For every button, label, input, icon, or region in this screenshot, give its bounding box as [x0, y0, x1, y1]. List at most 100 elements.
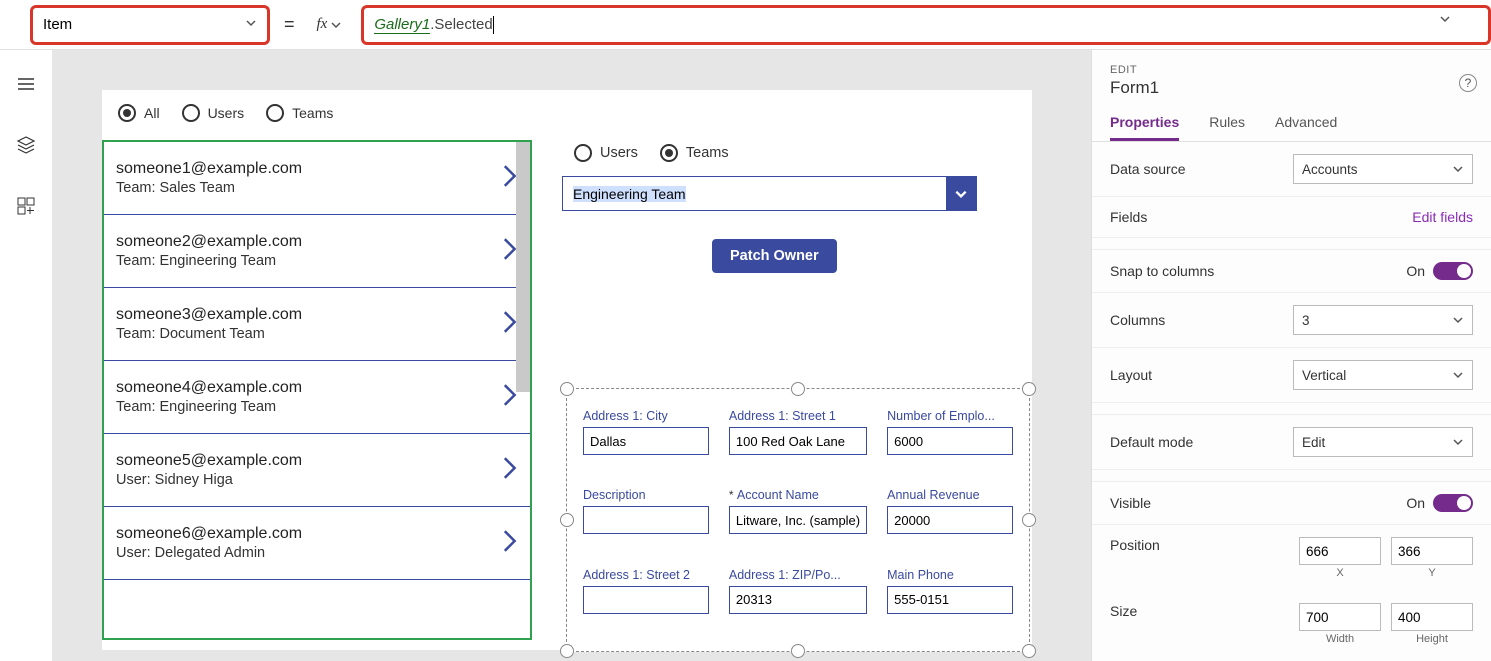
form-field: Description [583, 488, 709, 551]
columns-dropdown[interactable]: 3 [1293, 305, 1473, 335]
properties-panel: EDIT Form1 ? Properties Rules Advanced D… [1091, 50, 1491, 661]
control-name: Form1 [1110, 78, 1473, 98]
size-width-input[interactable] [1299, 603, 1381, 631]
team-dropdown[interactable]: Engineering Team [562, 176, 977, 211]
tab-rules[interactable]: Rules [1209, 114, 1245, 141]
fx-icon: fx [317, 16, 328, 33]
resize-handle[interactable] [1022, 644, 1036, 658]
scrollbar[interactable] [516, 142, 530, 392]
snap-toggle[interactable] [1433, 262, 1473, 280]
left-rail [0, 50, 52, 661]
field-input[interactable]: 100 Red Oak Lane [729, 427, 867, 455]
field-label: Address 1: City [583, 409, 709, 423]
radio-owner-teams[interactable]: Teams [660, 144, 729, 162]
radio-icon [266, 104, 284, 122]
gallery-item[interactable]: someone6@example.com User: Delegated Admi… [104, 507, 530, 580]
resize-handle[interactable] [1022, 382, 1036, 396]
text-caret [493, 16, 494, 34]
field-input[interactable] [583, 586, 709, 614]
gallery-item[interactable]: someone5@example.comUser: Sidney Higa [104, 434, 530, 507]
tab-properties[interactable]: Properties [1110, 114, 1179, 141]
form-border: Address 1: CityDallasAddress 1: Street 1… [566, 388, 1030, 652]
gallery-item-email: someone6@example.com [116, 525, 302, 543]
layout-dropdown[interactable]: Vertical [1293, 360, 1473, 390]
prop-columns-label: Columns [1110, 312, 1165, 328]
chevron-down-icon [946, 177, 976, 210]
field-label: Account Name [729, 488, 867, 502]
field-input[interactable] [583, 506, 709, 534]
help-icon[interactable]: ? [1459, 74, 1477, 92]
form-field: Address 1: ZIP/Po... 20313 [729, 568, 867, 631]
chevron-down-icon [1452, 369, 1464, 381]
prop-size-label: Size [1110, 603, 1137, 619]
owner-type-radios: Users Teams [562, 140, 1027, 176]
chevron-down-icon [1452, 436, 1464, 448]
form-field: Annual Revenue 20000 [887, 488, 1013, 551]
size-height-input[interactable] [1391, 603, 1473, 631]
data-source-dropdown[interactable]: Accounts [1293, 154, 1473, 184]
chevron-right-icon [500, 454, 518, 487]
field-input[interactable]: 20000 [887, 506, 1013, 534]
visible-toggle[interactable] [1433, 494, 1473, 512]
gallery-item[interactable]: someone3@example.comTeam: Document Team [104, 288, 530, 361]
resize-handle[interactable] [791, 382, 805, 396]
field-input[interactable]: Litware, Inc. (sample) [729, 506, 867, 534]
formula-input[interactable]: Gallery1.Selected [361, 5, 1491, 45]
properties-tabs: Properties Rules Advanced [1092, 102, 1491, 142]
form-control[interactable]: Address 1: CityDallasAddress 1: Street 1… [558, 380, 1038, 660]
chevron-right-icon [500, 527, 518, 560]
field-label: Address 1: ZIP/Po... [729, 568, 867, 582]
prop-position-label: Position [1110, 537, 1160, 553]
resize-handle[interactable] [560, 382, 574, 396]
property-name: Item [43, 16, 72, 33]
gallery-item[interactable]: someone2@example.com Team: Engineering Te… [104, 215, 530, 288]
visible-value: On [1406, 495, 1425, 511]
patch-owner-button[interactable]: Patch Owner [712, 239, 837, 273]
prop-fields-label: Fields [1110, 209, 1147, 225]
tab-advanced[interactable]: Advanced [1275, 114, 1337, 141]
radio-teams[interactable]: Teams [266, 104, 333, 122]
radio-owner-users[interactable]: Users [574, 144, 638, 162]
fx-button[interactable]: fx [309, 16, 350, 33]
gallery-item[interactable]: someone1@example.comTeam: Sales Team [104, 142, 530, 215]
field-label: Number of Emplo... [887, 409, 1013, 423]
edit-fields-link[interactable]: Edit fields [1412, 209, 1473, 225]
components-icon[interactable] [16, 196, 36, 221]
resize-handle[interactable] [1022, 513, 1036, 527]
field-input[interactable]: 20313 [729, 586, 867, 614]
field-label: Annual Revenue [887, 488, 1013, 502]
radio-icon [660, 144, 678, 162]
gallery-item-email: someone5@example.com [116, 452, 302, 470]
field-input[interactable]: Dallas [583, 427, 709, 455]
prop-data-source-label: Data source [1110, 161, 1185, 177]
prop-visible-label: Visible [1110, 495, 1151, 511]
chevron-down-icon [1452, 314, 1464, 326]
property-dropdown[interactable]: Item [30, 5, 270, 45]
gallery-item-sub: Team: Sales Team [116, 180, 302, 196]
radio-icon [182, 104, 200, 122]
gallery-item-sub: Team: Engineering Team [116, 253, 302, 269]
radio-all[interactable]: All [118, 104, 160, 122]
chevron-down-icon [245, 16, 257, 33]
gallery-item-sub: Team: Document Team [116, 326, 302, 342]
gallery-item-email: someone4@example.com [116, 379, 302, 397]
gallery[interactable]: someone1@example.comTeam: Sales Teamsome… [102, 140, 532, 640]
resize-handle[interactable] [791, 644, 805, 658]
position-x-input[interactable] [1299, 537, 1381, 565]
canvas-area: All Users Teams someone1@example.comTeam… [52, 50, 1491, 661]
gallery-item[interactable]: someone4@example.com Team: Engineering Te… [104, 361, 530, 434]
position-y-input[interactable] [1391, 537, 1473, 565]
layers-icon[interactable] [16, 135, 36, 160]
field-label: Address 1: Street 2 [583, 568, 709, 582]
field-input[interactable]: 6000 [887, 427, 1013, 455]
field-input[interactable]: 555-0151 [887, 586, 1013, 614]
radio-users[interactable]: Users [182, 104, 245, 122]
menu-icon[interactable] [16, 74, 36, 99]
resize-handle[interactable] [560, 513, 574, 527]
gallery-item-sub: Team: Engineering Team [116, 399, 302, 415]
default-mode-dropdown[interactable]: Edit [1293, 427, 1473, 457]
expand-icon[interactable] [1439, 12, 1451, 30]
resize-handle[interactable] [560, 644, 574, 658]
gallery-item-email: someone2@example.com [116, 233, 302, 251]
gallery-item-sub: User: Delegated Admin [116, 545, 302, 561]
